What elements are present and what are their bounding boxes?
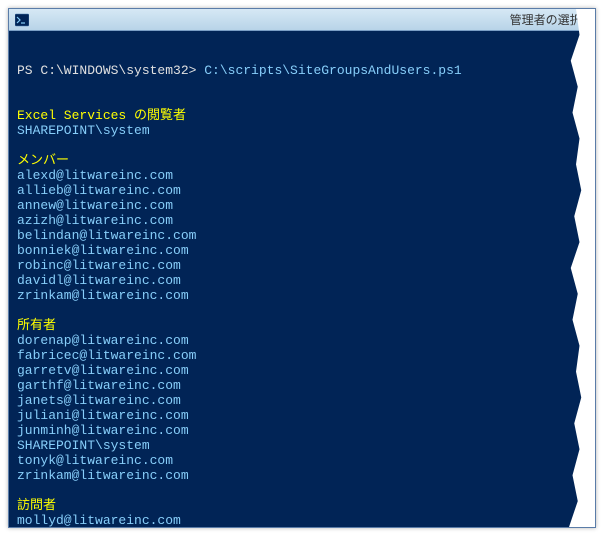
group-member: belindan@litwareinc.com bbox=[17, 228, 587, 243]
group-member: garretv@litwareinc.com bbox=[17, 363, 587, 378]
group-header: Excel Services の閲覧者 bbox=[17, 108, 587, 123]
group-member: juliani@litwareinc.com bbox=[17, 408, 587, 423]
group-member: allieb@litwareinc.com bbox=[17, 183, 587, 198]
group-member: janets@litwareinc.com bbox=[17, 393, 587, 408]
output-groups: Excel Services の閲覧者SHAREPOINT\system メンバ… bbox=[17, 108, 587, 528]
group-member: tonyk@litwareinc.com bbox=[17, 453, 587, 468]
group-member: davidl@litwareinc.com bbox=[17, 273, 587, 288]
prompt: PS C:\WINDOWS\system32> bbox=[17, 63, 204, 78]
terminal-output[interactable]: PS C:\WINDOWS\system32> C:\scripts\SiteG… bbox=[9, 31, 595, 528]
group-member: junminh@litwareinc.com bbox=[17, 423, 587, 438]
group-member: annew@litwareinc.com bbox=[17, 198, 587, 213]
command-line: PS C:\WINDOWS\system32> C:\scripts\SiteG… bbox=[17, 63, 587, 78]
group-member: alexd@litwareinc.com bbox=[17, 168, 587, 183]
blank-line bbox=[17, 483, 587, 498]
powershell-window: 管理者の選択: PS C:\WINDOWS\system32> C:\scrip… bbox=[8, 8, 596, 528]
powershell-icon bbox=[15, 13, 29, 27]
group-member: bonniek@litwareinc.com bbox=[17, 243, 587, 258]
group-header: 訪問者 bbox=[17, 498, 587, 513]
group-member: mollyd@litwareinc.com bbox=[17, 513, 587, 528]
group-header: メンバー bbox=[17, 153, 587, 168]
titlebar[interactable]: 管理者の選択: bbox=[9, 9, 595, 31]
group-member: zrinkam@litwareinc.com bbox=[17, 468, 587, 483]
group-member: dorenap@litwareinc.com bbox=[17, 333, 587, 348]
group-member: SHAREPOINT\system bbox=[17, 438, 587, 453]
group-member: robinc@litwareinc.com bbox=[17, 258, 587, 273]
group-member: SHAREPOINT\system bbox=[17, 123, 587, 138]
group-member: zrinkam@litwareinc.com bbox=[17, 288, 587, 303]
command-text: C:\scripts\SiteGroupsAndUsers.ps1 bbox=[204, 63, 461, 78]
titlebar-title: 管理者の選択: bbox=[35, 11, 589, 28]
group-member: fabricec@litwareinc.com bbox=[17, 348, 587, 363]
blank-line bbox=[17, 138, 587, 153]
group-member: garthf@litwareinc.com bbox=[17, 378, 587, 393]
group-member: azizh@litwareinc.com bbox=[17, 213, 587, 228]
blank-line bbox=[17, 303, 587, 318]
group-header: 所有者 bbox=[17, 318, 587, 333]
